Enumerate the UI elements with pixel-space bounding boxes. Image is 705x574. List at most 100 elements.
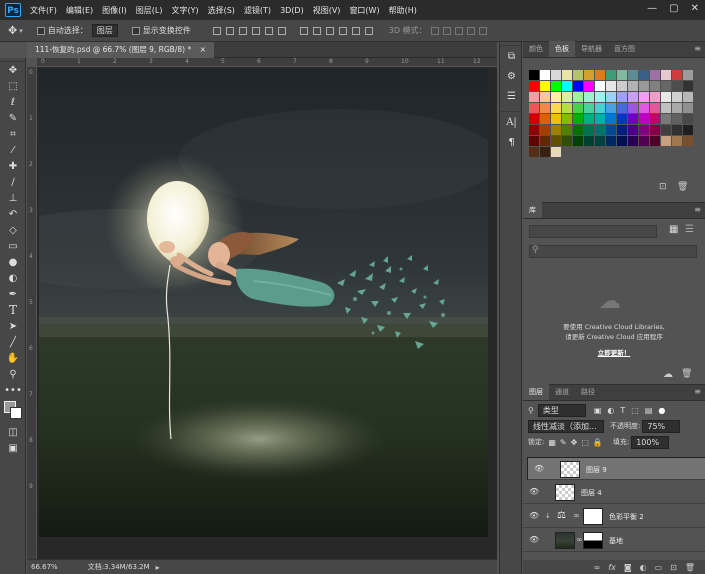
color-swatch[interactable] [672, 103, 682, 113]
quick-mask-icon[interactable]: ◫ [0, 424, 26, 440]
document-tab[interactable]: 111-恢复的.psd @ 66.7% (图层 9, RGB/8) * × [27, 42, 214, 58]
new-layer-icon[interactable]: ⊡ [670, 563, 677, 572]
color-swatch[interactable] [540, 114, 550, 124]
color-swatch[interactable] [661, 103, 671, 113]
3d-pan-icon[interactable] [454, 26, 463, 35]
color-swatch[interactable] [606, 114, 616, 124]
align-top-icon[interactable] [212, 26, 221, 35]
layer-style-icon[interactable]: fx [608, 563, 616, 572]
preset-dropdown-icon[interactable]: ▾ [19, 27, 23, 35]
visibility-eye-icon[interactable]: 👁 [534, 464, 544, 474]
color-swatch[interactable] [573, 103, 583, 113]
color-swatch[interactable] [639, 81, 649, 91]
color-swatch[interactable] [562, 81, 572, 91]
pen-tool-icon[interactable]: ✒ [0, 286, 26, 302]
color-swatch[interactable] [529, 70, 539, 80]
3d-slide-icon[interactable] [466, 26, 475, 35]
color-swatch[interactable] [551, 70, 561, 80]
tab-paths[interactable]: 路径 [575, 384, 601, 400]
layer-name[interactable]: 图层 9 [586, 465, 607, 475]
3d-roll-icon[interactable] [442, 26, 451, 35]
color-swatch[interactable] [551, 125, 561, 135]
color-swatch[interactable] [584, 81, 594, 91]
color-swatch[interactable] [540, 92, 550, 102]
color-swatch[interactable] [683, 125, 693, 135]
actions-panel-icon[interactable]: ⚙ [500, 66, 523, 86]
maximize-button[interactable]: ▢ [669, 3, 678, 14]
color-swatch[interactable] [683, 103, 693, 113]
document-tab-close-icon[interactable]: × [200, 45, 206, 54]
menu-view[interactable]: 视图(V) [313, 5, 341, 16]
color-swatch[interactable] [672, 70, 682, 80]
menu-image[interactable]: 图像(I) [102, 5, 127, 16]
color-swatch[interactable] [606, 92, 616, 102]
canvas-area[interactable] [37, 67, 497, 559]
color-swatch[interactable] [661, 125, 671, 135]
3d-rotate-icon[interactable] [430, 26, 439, 35]
color-swatch[interactable] [650, 103, 660, 113]
color-swatch[interactable] [573, 81, 583, 91]
grid-view-icon[interactable]: ▦ [669, 224, 678, 235]
color-swatch[interactable] [628, 103, 638, 113]
color-swatch[interactable] [650, 92, 660, 102]
color-swatch[interactable] [606, 81, 616, 91]
color-swatch[interactable] [540, 81, 550, 91]
color-swatch[interactable] [573, 136, 583, 146]
color-swatch[interactable] [639, 136, 649, 146]
zoom-level[interactable]: 66.67% [31, 563, 58, 571]
color-swatch[interactable] [628, 136, 638, 146]
show-transform-checkbox[interactable] [131, 26, 140, 35]
adjustments-panel-icon[interactable]: ☰ [500, 86, 523, 106]
layer-row[interactable]: 👁 ∞ 基地 [523, 529, 705, 552]
color-swatch[interactable] [584, 70, 594, 80]
tab-histogram[interactable]: 直方图 [608, 41, 641, 57]
layer-filter-dropdown[interactable]: 类型 [537, 403, 586, 417]
move-tool-icon[interactable]: ✥ [0, 62, 26, 78]
new-group-icon[interactable]: ▭ [655, 563, 663, 572]
color-swatch[interactable] [628, 125, 638, 135]
color-swatch[interactable] [661, 136, 671, 146]
color-swatch[interactable] [683, 70, 693, 80]
color-swatch[interactable] [573, 92, 583, 102]
color-swatch[interactable] [617, 125, 627, 135]
layer-name[interactable]: 图层 4 [581, 488, 602, 498]
hand-tool-icon[interactable]: ✋ [0, 350, 26, 366]
tab-channels[interactable]: 通道 [549, 384, 575, 400]
layer-row[interactable]: 👁 图层 9 [527, 457, 705, 480]
color-swatch[interactable] [529, 103, 539, 113]
color-swatch[interactable] [540, 103, 550, 113]
color-swatch[interactable] [661, 114, 671, 124]
menu-filter[interactable]: 滤镜(T) [244, 5, 271, 16]
color-swatch[interactable] [617, 81, 627, 91]
color-swatch[interactable] [650, 70, 660, 80]
color-swatch[interactable] [562, 125, 572, 135]
color-swatch[interactable] [672, 136, 682, 146]
color-swatch[interactable] [661, 81, 671, 91]
dodge-tool-icon[interactable]: ◐ [0, 270, 26, 286]
color-swatch[interactable] [584, 114, 594, 124]
background-color-swatch[interactable] [10, 407, 22, 419]
crop-tool-icon[interactable]: ⌗ [0, 126, 26, 142]
color-swatch[interactable] [529, 81, 539, 91]
history-brush-tool-icon[interactable]: ↶ [0, 206, 26, 222]
color-swatch[interactable] [617, 92, 627, 102]
color-swatch[interactable] [551, 136, 561, 146]
menu-3d[interactable]: 3D(D) [280, 6, 304, 15]
color-swatch[interactable] [529, 136, 539, 146]
auto-select-checkbox[interactable] [36, 26, 45, 35]
color-swatch[interactable] [650, 136, 660, 146]
visibility-eye-icon[interactable]: 👁 [529, 511, 539, 520]
color-swatch[interactable] [650, 81, 660, 91]
history-panel-icon[interactable]: ⧉ [500, 46, 523, 66]
eraser-tool-icon[interactable]: ◇ [0, 222, 26, 238]
filter-shape-icon[interactable]: ⬚ [631, 406, 639, 415]
line-tool-icon[interactable]: ╱ [0, 334, 26, 350]
color-swatch[interactable] [617, 70, 627, 80]
new-swatch-icon[interactable]: ⊡ [659, 182, 667, 192]
color-swatch[interactable] [617, 136, 627, 146]
filter-adjustment-icon[interactable]: ◐ [607, 406, 614, 415]
tab-swatches[interactable]: 色板 [549, 41, 575, 57]
lock-all-icon[interactable]: 🔒 [593, 438, 603, 447]
library-dropdown[interactable] [529, 225, 657, 238]
lock-pixels-icon[interactable]: ✎ [560, 438, 567, 447]
